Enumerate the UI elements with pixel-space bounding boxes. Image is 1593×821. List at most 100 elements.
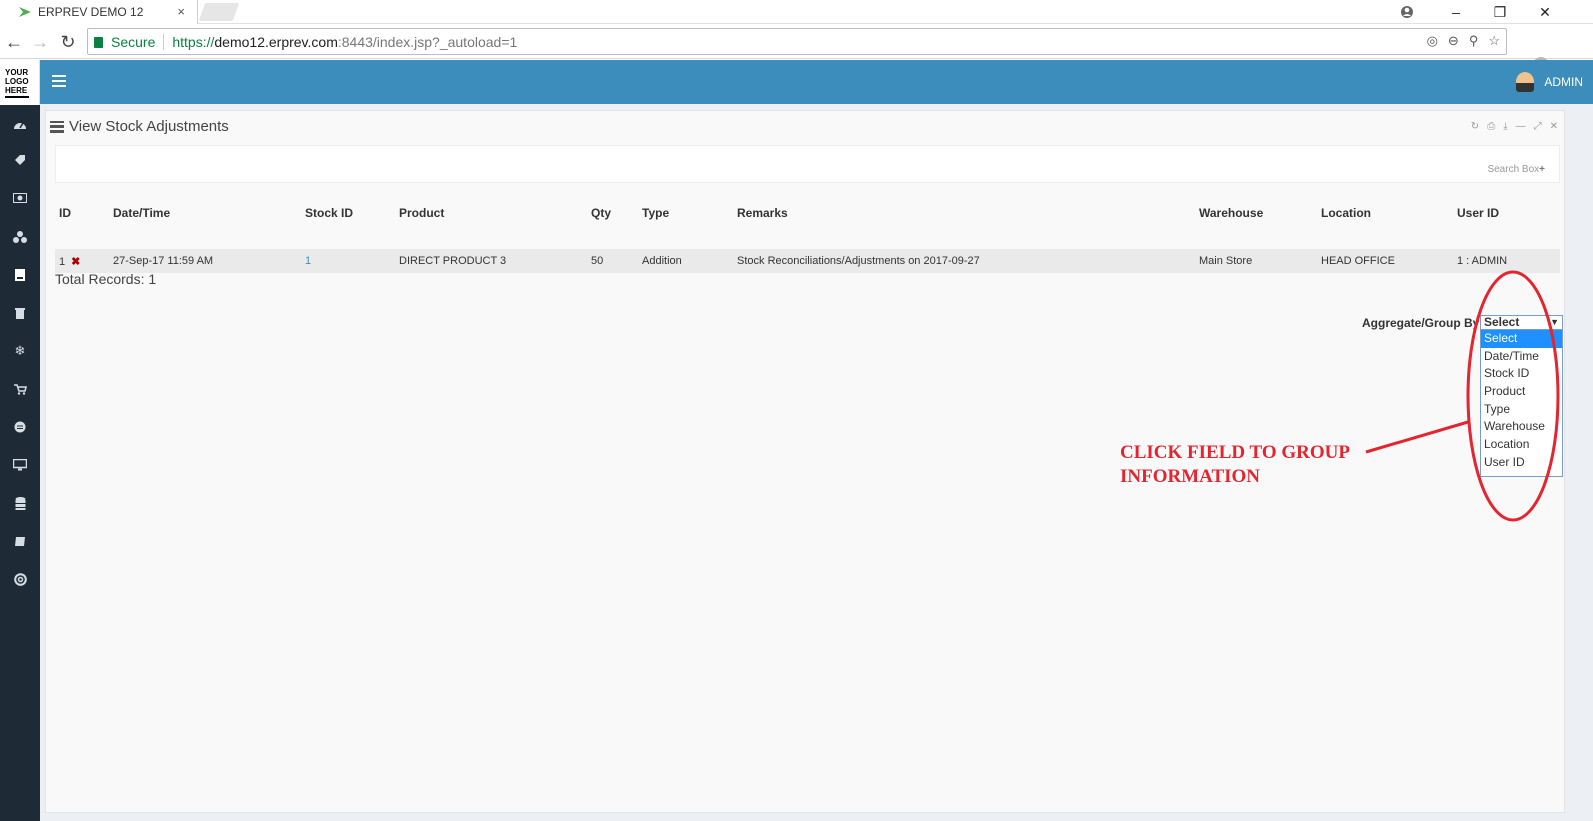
close-panel-icon[interactable]: ✕	[1550, 121, 1558, 132]
restore-button[interactable]: ❐	[1480, 0, 1520, 24]
expand-icon[interactable]: ⤢	[1534, 121, 1542, 132]
user-name: ADMIN	[1544, 75, 1583, 89]
close-window-button[interactable]: ✕	[1525, 0, 1565, 24]
tag-icon[interactable]	[0, 149, 40, 171]
logo-underline	[5, 96, 29, 98]
table-header-row: ID Date/Time Stock ID Product Qty Type R…	[55, 201, 1560, 225]
reload-icon[interactable]: ↻	[56, 31, 80, 53]
user-menu[interactable]: ADMIN	[1516, 72, 1583, 92]
refresh-icon[interactable]: ↻	[1471, 121, 1479, 132]
column-header[interactable]: Type	[642, 201, 737, 225]
cell-qty: 50	[591, 249, 642, 273]
cell-location: HEAD OFFICE	[1321, 249, 1457, 273]
url-host: demo12.erprev.com	[214, 33, 338, 50]
column-header[interactable]: Location	[1321, 201, 1457, 225]
snowflake-icon[interactable]: ❄	[0, 340, 40, 362]
hamburger-menu-icon[interactable]	[52, 75, 66, 90]
url-path: :8443/index.jsp?_autoload=1	[337, 33, 518, 50]
aggregate-label: Aggregate/Group By:	[1362, 316, 1484, 330]
dropdown-option[interactable]: Location	[1481, 436, 1562, 454]
column-header[interactable]: Date/Time	[113, 201, 305, 225]
logo[interactable]: YOUR LOGO HERE	[0, 60, 40, 105]
forward-arrow-icon[interactable]: →	[28, 31, 52, 53]
dropdown-option[interactable]: Type	[1481, 401, 1562, 419]
cell-remarks: Stock Reconciliations/Adjustments on 201…	[737, 249, 1199, 273]
cell-user-id: 1 : ADMIN	[1457, 249, 1560, 273]
adjustments-table: ID Date/Time Stock ID Product Qty Type R…	[55, 201, 1560, 273]
annotation-line-2: INFORMATION	[1120, 466, 1261, 487]
content-area: View Stock Adjustments ↻ ⎙ ⤓ — ⤢ ✕ Searc…	[40, 104, 1593, 821]
table-row[interactable]: 1 ✖ 27-Sep-17 11:59 AM 1 DIRECT PRODUCT 3…	[55, 249, 1560, 273]
cell-datetime: 27-Sep-17 11:59 AM	[113, 249, 305, 273]
browser-tab[interactable]: ERPREV DEMO 12 ×	[0, 0, 198, 24]
group-by-selected-value: Select	[1484, 315, 1520, 329]
lifebuoy-icon[interactable]	[0, 568, 40, 590]
url-field[interactable]: Secure https:// demo12.erprev.com :8443/…	[87, 28, 1507, 55]
monitor-icon[interactable]	[0, 454, 40, 476]
secure-indicator[interactable]: Secure	[94, 34, 155, 50]
cell-type: Addition	[642, 249, 737, 273]
annotation-line-1: CLICK FIELD TO GROUP	[1120, 442, 1350, 463]
dropdown-option[interactable]: Stock ID	[1481, 365, 1562, 383]
search-row: Search Box+	[55, 145, 1560, 183]
disc-icon[interactable]	[0, 416, 40, 438]
money-icon[interactable]	[0, 187, 40, 209]
database-icon[interactable]	[0, 492, 40, 514]
logo-line-1: YOUR	[5, 68, 29, 77]
column-header[interactable]: ID	[55, 201, 113, 225]
print-icon[interactable]: ⎙	[1487, 121, 1495, 132]
download-icon[interactable]: ⤓	[1503, 121, 1507, 132]
annotation-text: CLICK FIELD TO GROUP INFORMATION	[1120, 441, 1350, 489]
column-header[interactable]: Remarks	[737, 201, 1199, 225]
panel-tools: ↻ ⎙ ⤓ — ⤢ ✕	[1471, 121, 1558, 132]
group-by-dropdown: Select Date/Time Stock ID Product Type W…	[1480, 329, 1563, 477]
column-header[interactable]: Warehouse	[1199, 201, 1321, 225]
document-icon[interactable]	[0, 264, 40, 286]
top-navbar: ADMIN	[40, 60, 1593, 104]
dropdown-option[interactable]: Product	[1481, 383, 1562, 401]
panel-title: View Stock Adjustments	[50, 118, 229, 135]
lock-icon	[94, 37, 103, 48]
new-tab-button[interactable]	[198, 3, 240, 21]
total-records: Total Records: 1	[55, 271, 157, 287]
profile-icon[interactable]	[1387, 0, 1427, 24]
back-arrow-icon[interactable]: ←	[2, 31, 26, 53]
group-by-select[interactable]: Select ▼	[1480, 315, 1563, 330]
panel-title-text: View Stock Adjustments	[69, 118, 229, 135]
logo-line-3: HERE	[5, 86, 28, 95]
column-header[interactable]: Qty	[591, 201, 642, 225]
trash-icon[interactable]	[0, 302, 40, 324]
column-header[interactable]: Stock ID	[305, 201, 399, 225]
browser-tab-bar: ERPREV DEMO 12 × – ❐ ✕	[0, 0, 1593, 24]
search-box-toggle[interactable]: Search Box+	[1487, 164, 1545, 175]
cubes-icon[interactable]	[0, 226, 40, 248]
cell-product: DIRECT PRODUCT 3	[399, 249, 591, 273]
cell-id: 1 ✖	[55, 249, 113, 273]
cart-icon[interactable]	[0, 378, 40, 400]
url-scheme: https://	[172, 33, 215, 50]
dropdown-option[interactable]: Warehouse	[1481, 418, 1562, 436]
tab-close-icon[interactable]: ×	[177, 4, 185, 19]
key-icon[interactable]: ⚲	[1469, 33, 1479, 49]
minimize-panel-icon[interactable]: —	[1516, 121, 1526, 132]
book-icon[interactable]	[0, 530, 40, 552]
omnibox-divider	[163, 33, 165, 50]
erprev-favicon-icon	[19, 7, 31, 17]
minimize-button[interactable]: –	[1436, 0, 1476, 24]
zoom-icon[interactable]: ⊖	[1448, 33, 1459, 49]
cell-stock-id-link[interactable]: 1	[305, 249, 399, 273]
dropdown-option[interactable]: User ID	[1481, 454, 1562, 472]
search-box-label: Search Box	[1487, 164, 1540, 175]
column-header[interactable]: User ID	[1457, 201, 1560, 225]
dashboard-icon[interactable]	[0, 113, 40, 135]
bookmark-star-icon[interactable]: ☆	[1488, 33, 1500, 49]
column-header[interactable]: Product	[399, 201, 591, 225]
dropdown-option[interactable]: Date/Time	[1481, 348, 1562, 366]
location-icon[interactable]: ◎	[1427, 33, 1438, 49]
dropdown-arrow-icon: ▼	[1550, 317, 1559, 327]
address-bar-row: ← → ↻ Secure https:// demo12.erprev.com …	[0, 25, 1593, 73]
dropdown-option[interactable]: Select	[1481, 330, 1562, 348]
delete-icon[interactable]: ✖	[71, 256, 80, 268]
cell-warehouse: Main Store	[1199, 249, 1321, 273]
secure-label: Secure	[111, 33, 156, 50]
